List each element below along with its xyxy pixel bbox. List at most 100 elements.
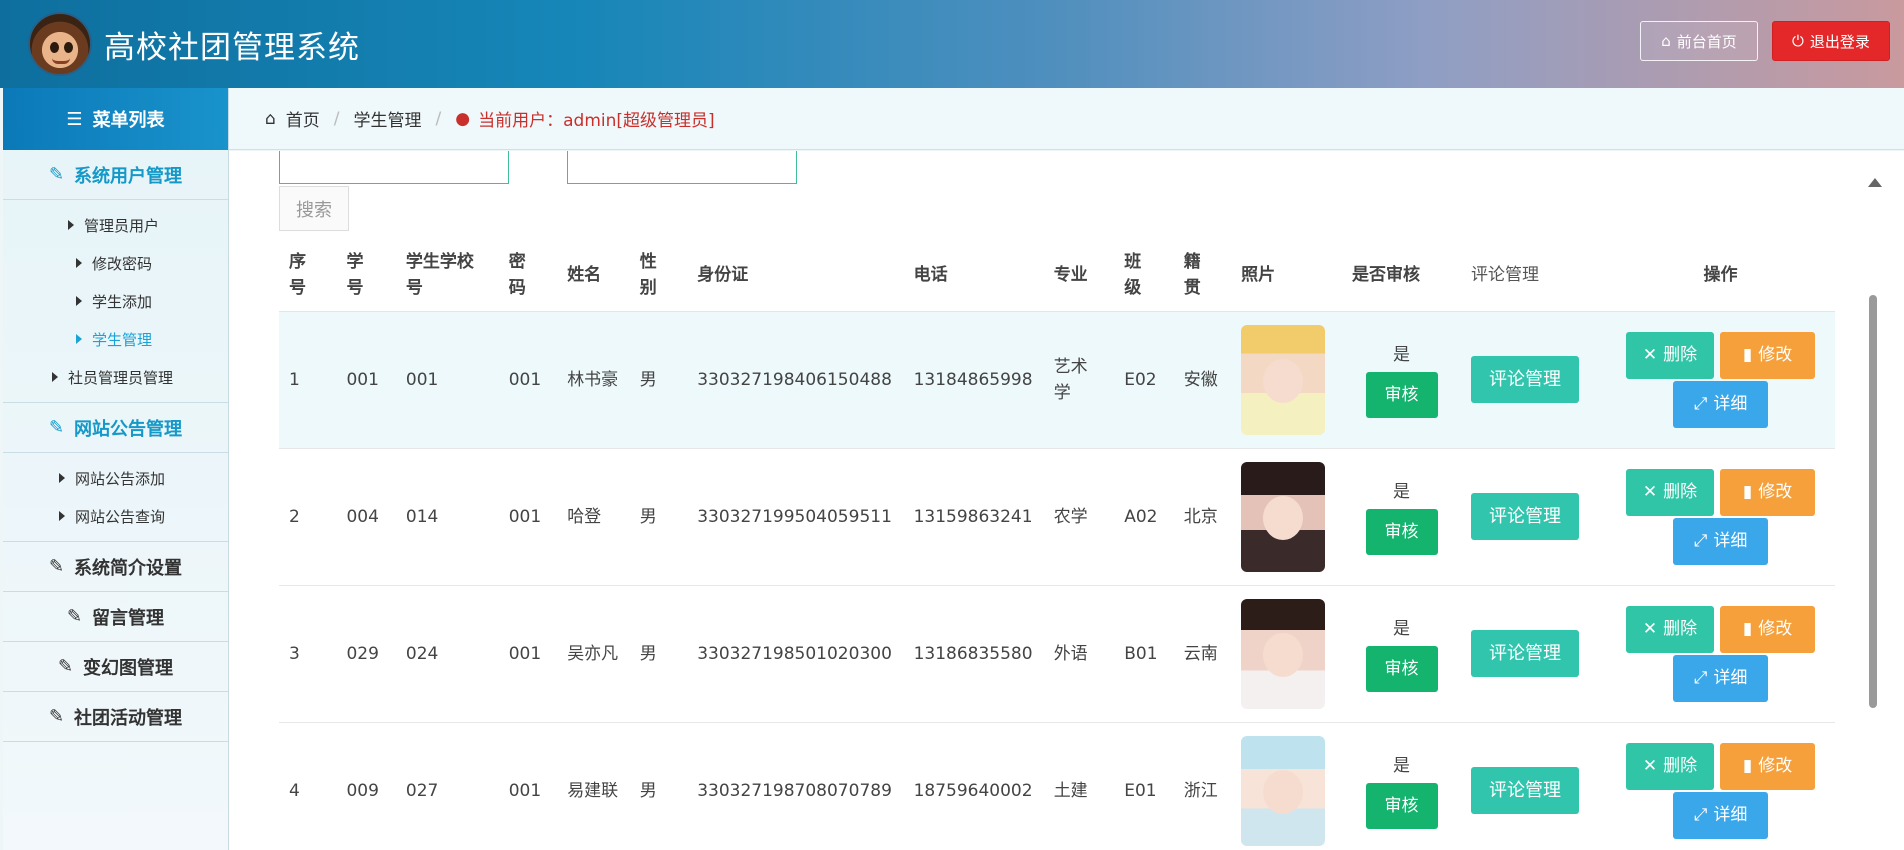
sidebar-item-admin-users[interactable]: 管理员用户 [3,206,228,244]
cell-audit: 是审核 [1342,722,1461,850]
close-icon: ✕ [1642,482,1658,502]
close-icon: ✕ [1642,756,1658,776]
edit-button[interactable]: ▮ 修改 [1720,742,1816,790]
sidebar-group-system-intro[interactable]: ✎ 系统简介设置 [3,542,228,592]
cell-idcard: 330327198708070789 [687,722,904,850]
menu-header: ☰ 菜单列表 [3,88,228,150]
audit-button[interactable]: 审核 [1365,782,1438,829]
sidebar-item-student-add[interactable]: 学生添加 [3,282,228,320]
cell-password: 001 [498,448,558,586]
col-header-comment: 评论管理 [1460,239,1607,312]
sidebar-group-carousel[interactable]: ✎ 变幻图管理 [3,642,228,692]
detail-button[interactable]: ⤢ 详细 [1673,654,1769,702]
filter-input-2[interactable] [567,151,797,184]
cell-comment: 评论管理 [1460,448,1607,586]
comment-manage-button[interactable]: 评论管理 [1470,767,1579,814]
cell-comment: 评论管理 [1460,722,1607,850]
cell-no: 4 [279,722,337,850]
cell-phone: 13184865998 [903,311,1044,449]
edit-icon: ✎ [57,656,74,677]
detail-button[interactable]: ⤢ 详细 [1673,517,1769,565]
cell-gender: 男 [629,311,688,449]
col-header-gender: 性别 [629,239,688,312]
caret-right-icon [68,220,74,230]
breadcrumb-section[interactable]: 学生管理 [354,106,422,131]
sidebar-submenu-system-users: 管理员用户 修改密码 学生添加 学生管理 社员管理员管理 [3,200,228,403]
sidebar-group-system-users[interactable]: ✎ 系统用户管理 [3,150,228,200]
caret-right-icon [76,296,82,306]
delete-button[interactable]: ✕ 删除 [1626,331,1715,379]
front-home-button[interactable]: ⌂ 前台首页 [1640,21,1758,61]
audit-status: 是 [1393,618,1410,639]
sidebar-item-label: 网站公告添加 [75,469,166,488]
sidebar-group-club-activities[interactable]: ✎ 社团活动管理 [3,692,228,742]
cell-comment: 评论管理 [1460,585,1607,723]
close-icon: ✕ [1642,345,1658,365]
scroll-up-arrow-icon[interactable] [1868,178,1882,187]
col-header-no: 序号 [279,239,337,312]
col-header-photo: 照片 [1231,239,1343,312]
cell-name: 吴亦凡 [557,585,630,723]
student-photo [1241,598,1326,709]
front-home-label: 前台首页 [1676,32,1737,51]
col-header-name: 姓名 [557,239,630,312]
filter-input-1[interactable] [279,151,509,184]
cell-idcard: 330327198406150488 [687,311,904,449]
sidebar-group-announcements[interactable]: ✎ 网站公告管理 [3,403,228,453]
search-button[interactable]: 搜索 [279,186,349,231]
cell-password: 001 [498,585,558,723]
table-row: 2 004 014 001 哈登 男 330327199504059511 13… [279,448,1835,586]
delete-button[interactable]: ✕ 删除 [1626,742,1715,790]
detail-button[interactable]: ⤢ 详细 [1673,380,1769,428]
menu-title: 菜单列表 [92,110,165,131]
cell-audit: 是审核 [1342,585,1461,723]
edit-button[interactable]: ▮ 修改 [1720,605,1816,653]
cell-sid: 001 [336,311,396,449]
cell-origin: 安徽 [1173,311,1232,449]
cell-name: 易建联 [557,722,630,850]
cell-no: 2 [279,448,337,586]
cell-class: A02 [1114,448,1174,586]
sidebar-group-label: 留言管理 [92,607,165,629]
file-icon: ▮ [1742,619,1753,639]
caret-right-icon [59,473,65,483]
comment-manage-button[interactable]: 评论管理 [1470,630,1579,677]
sidebar-item-announcement-query[interactable]: 网站公告查询 [3,497,228,535]
cell-no: 3 [279,585,337,723]
cell-major: 农学 [1043,448,1115,586]
cell-school-no: 014 [395,448,499,586]
edit-icon: ✎ [48,417,65,438]
delete-button[interactable]: ✕ 删除 [1626,468,1715,516]
sidebar-item-student-management[interactable]: 学生管理 [3,320,228,358]
caret-right-icon [52,372,58,382]
delete-button[interactable]: ✕ 删除 [1626,605,1715,653]
edit-button[interactable]: ▮ 修改 [1720,331,1816,379]
sidebar-item-label: 管理员用户 [84,216,160,235]
expand-icon: ⤢ [1693,668,1708,688]
table-header-row: 序号 学号 学生学校号 密码 姓名 性别 身份证 电话 专业 班级 籍贯 照片 … [279,239,1835,312]
sidebar: ☰ 菜单列表 ✎ 系统用户管理 管理员用户 修改密码 学生添加 学生管理 社员管… [3,88,229,850]
cell-photo [1231,311,1343,449]
edit-icon: ✎ [66,606,83,627]
sidebar-item-announcement-add[interactable]: 网站公告添加 [3,459,228,497]
logout-button[interactable]: ⏻ 退出登录 [1772,21,1890,61]
audit-button[interactable]: 审核 [1365,645,1438,692]
edit-button[interactable]: ▮ 修改 [1720,468,1816,516]
audit-button[interactable]: 审核 [1365,508,1438,555]
sidebar-item-member-admin[interactable]: 社员管理员管理 [3,358,228,396]
col-header-actions: 操作 [1606,239,1835,312]
table-row: 4 009 027 001 易建联 男 330327198708070789 1… [279,722,1835,850]
comment-manage-button[interactable]: 评论管理 [1470,493,1579,540]
sidebar-item-change-password[interactable]: 修改密码 [3,244,228,282]
cell-origin: 北京 [1173,448,1232,586]
audit-button[interactable]: 审核 [1365,371,1438,418]
detail-button[interactable]: ⤢ 详细 [1673,791,1769,839]
col-header-idcard: 身份证 [687,239,904,312]
breadcrumb-home[interactable]: 首页 [286,106,320,131]
vertical-scrollbar-thumb[interactable] [1869,295,1877,708]
sidebar-group-messages[interactable]: ✎ 留言管理 [3,592,228,642]
list-icon: ☰ [66,108,83,130]
comment-manage-button[interactable]: 评论管理 [1470,356,1579,403]
cell-class: E02 [1114,311,1174,449]
student-table: 序号 学号 学生学校号 密码 姓名 性别 身份证 电话 专业 班级 籍贯 照片 … [279,239,1835,850]
